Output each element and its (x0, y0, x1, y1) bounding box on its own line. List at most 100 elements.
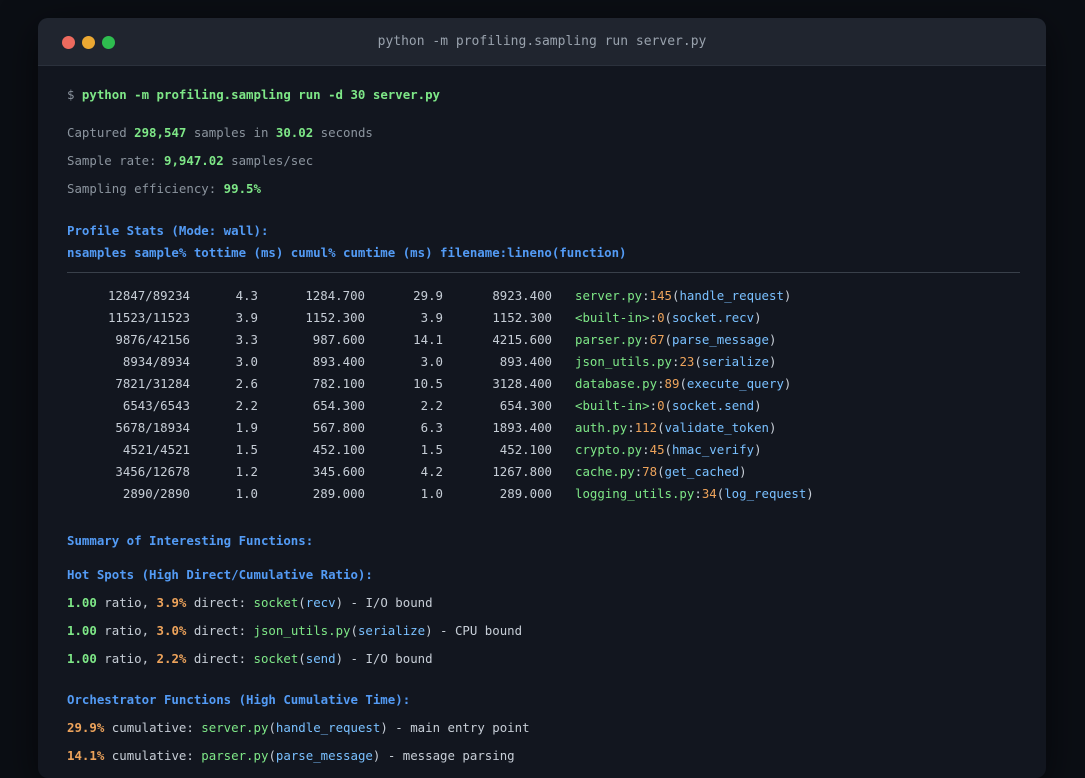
profile-table-header: nsamples sample% tottime (ms) cumul% cum… (67, 245, 627, 260)
cell-sample-pct: 2.6 (235, 376, 258, 391)
close-button[interactable] (62, 35, 75, 49)
colon-separator: : (642, 442, 650, 457)
profile-stats-heading: Profile Stats (Mode: wall): (67, 223, 269, 238)
open-paren: ( (679, 376, 687, 391)
command-line: $ python -m profiling.sampling run -d 30… (67, 84, 1018, 106)
direct-label: direct: (186, 623, 254, 638)
close-paren: ) (768, 354, 777, 369)
line-number: 89 (664, 376, 680, 391)
terminal-content: $ python -m profiling.sampling run -d 30… (38, 84, 1046, 767)
colon-separator: : (642, 288, 650, 303)
captured-label-mid: samples in (186, 125, 276, 140)
summary-heading: Summary of Interesting Functions: (67, 533, 314, 548)
function-name: serialize (357, 623, 426, 638)
cell-sample-pct: 3.3 (235, 332, 258, 347)
ratio-value: 1.00 (67, 623, 97, 638)
function-name: get_cached (664, 464, 740, 479)
table-row: 3456/12678 1.2 345.600 4.2 1267.800 cache.py:… (67, 461, 1018, 483)
file-name: <built-in> (575, 310, 650, 325)
line-number: 34 (701, 486, 717, 501)
cell-location: parser.py:67(parse_message) (575, 329, 776, 351)
open-paren: ( (298, 651, 306, 666)
orchestrator-item: 29.9% cumulative: server.py(handle_reque… (67, 717, 1018, 739)
function-name: send (305, 651, 336, 666)
cell-location: auth.py:112(validate_token) (575, 417, 776, 439)
cell-location: cache.py:78(get_cached) (575, 461, 747, 483)
open-paren: ( (657, 464, 665, 479)
function-name: socket.recv (672, 310, 755, 325)
cell-sample-pct: 1.5 (235, 442, 258, 457)
ratio-label: ratio, (96, 595, 157, 610)
open-paren: ( (664, 442, 672, 457)
close-paren: ) (372, 748, 381, 763)
line-number: 45 (649, 442, 665, 457)
close-paren: ) (380, 720, 388, 735)
cell-sample-pct: 4.3 (235, 288, 258, 303)
orchestrator-item: 14.1% cumulative: parser.py(parse_messag… (67, 745, 1018, 767)
close-paren: ) (425, 623, 433, 638)
cumulative-pct: 29.9% (67, 720, 105, 735)
captured-label-post: seconds (313, 125, 373, 140)
orchestrators-heading: Orchestrator Functions (High Cumulative … (67, 692, 411, 707)
sample-rate-unit: samples/sec (223, 153, 314, 168)
function-name: handle_request (275, 720, 381, 735)
line-number: 0 (657, 310, 665, 325)
open-paren: ( (694, 354, 702, 369)
open-paren: ( (298, 595, 306, 610)
function-name: socket.send (672, 398, 755, 413)
table-row: 9876/42156 3.3 987.600 14.1 4215.600 parser.p… (67, 329, 1018, 351)
table-row: 7821/31284 2.6 782.100 10.5 3128.400 database… (67, 373, 1018, 395)
ratio-label: ratio, (96, 651, 157, 666)
colon-separator: : (642, 332, 650, 347)
cell-tottime: 1284.700 (305, 288, 365, 303)
colon-separator: : (649, 310, 658, 325)
direct-label: direct: (186, 651, 254, 666)
cell-nsamples: 8934/8934 (122, 354, 190, 369)
line-number: 145 (649, 288, 672, 303)
maximize-button[interactable] (102, 35, 115, 49)
table-row: 2890/2890 1.0 289.000 1.0 289.000 logging_uti… (67, 483, 1018, 505)
close-paren: ) (335, 651, 344, 666)
cell-cumul-pct: 3.0 (420, 354, 443, 369)
cell-tottime: 893.400 (312, 354, 365, 369)
file-name: <built-in> (575, 398, 650, 413)
direct-pct: 3.9% (156, 595, 187, 610)
efficiency-value: 99.5% (223, 181, 261, 196)
open-paren: ( (350, 623, 358, 638)
line-number: 23 (679, 354, 695, 369)
colon-separator: : (649, 398, 658, 413)
cell-cumtime: 893.400 (499, 354, 552, 369)
captured-samples-value: 298,547 (134, 125, 187, 140)
function-name: hmac_verify (672, 442, 755, 457)
close-paren: ) (335, 595, 344, 610)
cell-tottime: 782.100 (312, 376, 365, 391)
title-bar: python -m profiling.sampling run server.… (38, 18, 1046, 66)
cell-cumul-pct: 1.0 (420, 486, 443, 501)
close-paren: ) (768, 332, 777, 347)
close-paren: ) (754, 398, 762, 413)
hot-spots-heading: Hot Spots (High Direct/Cumulative Ratio)… (67, 567, 373, 582)
cell-sample-pct: 1.0 (235, 486, 258, 501)
function-name: serialize (701, 354, 769, 369)
minimize-button[interactable] (82, 35, 95, 49)
table-row: 4521/4521 1.5 452.100 1.5 452.100 crypto.py:4… (67, 439, 1018, 461)
cumulative-label: cumulative: (104, 748, 202, 763)
hot-spot-item: 1.00 ratio, 3.0% direct: json_utils.py(s… (67, 620, 1018, 642)
bound-note: - CPU bound (432, 623, 523, 638)
window-title: python -m profiling.sampling run server.… (377, 34, 707, 49)
cell-location: <built-in>:0(socket.send) (575, 395, 762, 417)
direct-label: direct: (186, 595, 254, 610)
hot-spots-list: 1.00 ratio, 3.9% direct: socket(recv) - … (67, 592, 1018, 670)
table-row: 8934/8934 3.0 893.400 3.0 893.400 json_utils.… (67, 351, 1018, 373)
cell-sample-pct: 1.2 (235, 464, 258, 479)
line-number: 0 (657, 398, 665, 413)
cell-location: logging_utils.py:34(log_request) (575, 483, 814, 505)
cell-nsamples: 11523/11523 (107, 310, 190, 325)
target-name: json_utils.py (253, 623, 351, 638)
function-name: handle_request (679, 288, 784, 303)
open-paren: ( (664, 398, 673, 413)
hot-spot-item: 1.00 ratio, 3.9% direct: socket(recv) - … (67, 592, 1018, 614)
cell-sample-pct: 3.0 (235, 354, 258, 369)
colon-separator: : (657, 376, 665, 391)
function-name: validate_token (664, 420, 769, 435)
